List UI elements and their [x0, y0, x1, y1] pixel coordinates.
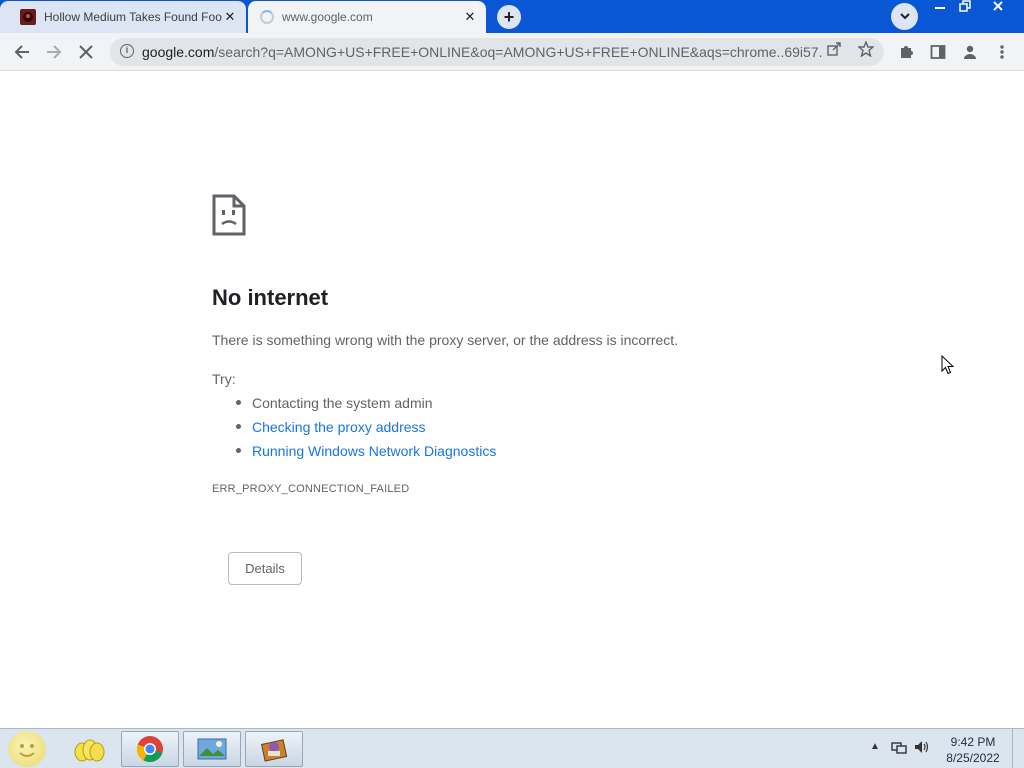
suggestion-check-proxy-link[interactable]: Checking the proxy address: [235, 419, 496, 443]
chrome-icon[interactable]: [121, 731, 179, 767]
photo-viewer-icon[interactable]: [183, 731, 241, 767]
side-panel-button[interactable]: [926, 40, 950, 64]
new-tab-button[interactable]: +: [497, 5, 521, 29]
site-info-icon[interactable]: i: [120, 44, 134, 58]
url-path: /search?q=AMONG+US+FREE+ONLINE&oq=AMONG+…: [214, 44, 822, 60]
mouse-pointer-icon: [941, 354, 955, 380]
network-icon[interactable]: [891, 741, 907, 755]
close-window-button[interactable]: [983, 0, 1013, 18]
volume-icon[interactable]: [914, 740, 930, 757]
show-desktop-button[interactable]: [1012, 729, 1024, 768]
tab-title: Hollow Medium Takes Found Footage: [44, 10, 222, 24]
close-tab-icon[interactable]: ✕: [462, 9, 478, 25]
forward-button[interactable]: [42, 40, 66, 64]
taskbar: ▲ 9:42 PM 8/25/2022: [0, 728, 1024, 768]
profile-icon: [964, 45, 976, 59]
clock-time: 9:42 PM: [950, 735, 996, 749]
url-text[interactable]: google.com/search?q=AMONG+US+FREE+ONLINE…: [142, 44, 822, 60]
tab-google[interactable]: www.google.com ✕: [248, 1, 486, 33]
details-button[interactable]: Details: [228, 552, 302, 585]
tab-search-button[interactable]: [891, 3, 918, 30]
system-clock[interactable]: 9:42 PM 8/25/2022: [938, 734, 1008, 766]
chevron-down-icon: [899, 13, 910, 20]
tab-strip: Hollow Medium Takes Found Footage ✕ www.…: [0, 0, 1024, 33]
windows-explorer-icon[interactable]: [60, 731, 118, 767]
profile-button[interactable]: [958, 40, 982, 64]
url-host: google.com: [142, 44, 215, 60]
minimize-icon: [935, 7, 945, 9]
kebab-menu-icon: [1000, 45, 1004, 59]
stop-loading-icon: [79, 45, 93, 59]
back-button[interactable]: [10, 40, 34, 64]
close-tab-icon[interactable]: ✕: [222, 9, 238, 25]
suggestion-contact-admin: Contacting the system admin: [235, 395, 496, 419]
extensions-button[interactable]: [894, 40, 918, 64]
address-bar[interactable]: i google.com/search?q=AMONG+US+FREE+ONLI…: [110, 38, 884, 66]
share-icon[interactable]: [824, 42, 844, 62]
browser-toolbar: i google.com/search?q=AMONG+US+FREE+ONLI…: [0, 33, 1024, 71]
browser-menu-button[interactable]: [990, 40, 1014, 64]
restore-icon: [959, 0, 971, 12]
stop-loading-button[interactable]: [74, 40, 98, 64]
start-orb-icon[interactable]: [8, 731, 46, 767]
try-label: Try:: [212, 371, 236, 387]
bookmark-star-icon[interactable]: [856, 40, 876, 61]
close-icon: [993, 1, 1003, 11]
back-arrow-icon: [14, 45, 29, 59]
website-favicon-icon: [20, 9, 36, 25]
show-hidden-icons-icon[interactable]: ▲: [870, 741, 880, 752]
puzzle-piece-icon: [901, 46, 913, 58]
clock-date: 8/25/2022: [946, 751, 1000, 765]
tab-title: www.google.com: [282, 10, 373, 24]
tab-hollow-medium[interactable]: Hollow Medium Takes Found Footage ✕: [0, 1, 246, 33]
media-app-icon[interactable]: [245, 731, 303, 767]
forward-arrow-icon: [47, 45, 62, 59]
suggestions-list: Contacting the system admin Checking the…: [235, 395, 496, 467]
loading-spinner-icon: [260, 10, 274, 24]
suggestion-network-diagnostics-link[interactable]: Running Windows Network Diagnostics: [235, 443, 496, 467]
side-panel-icon: [930, 45, 946, 59]
error-description: There is something wrong with the proxy …: [212, 332, 679, 348]
error-title: No internet: [212, 285, 329, 310]
error-code: ERR_PROXY_CONNECTION_FAILED: [212, 483, 410, 495]
sad-document-icon: [212, 194, 246, 241]
restore-button[interactable]: [950, 0, 980, 18]
